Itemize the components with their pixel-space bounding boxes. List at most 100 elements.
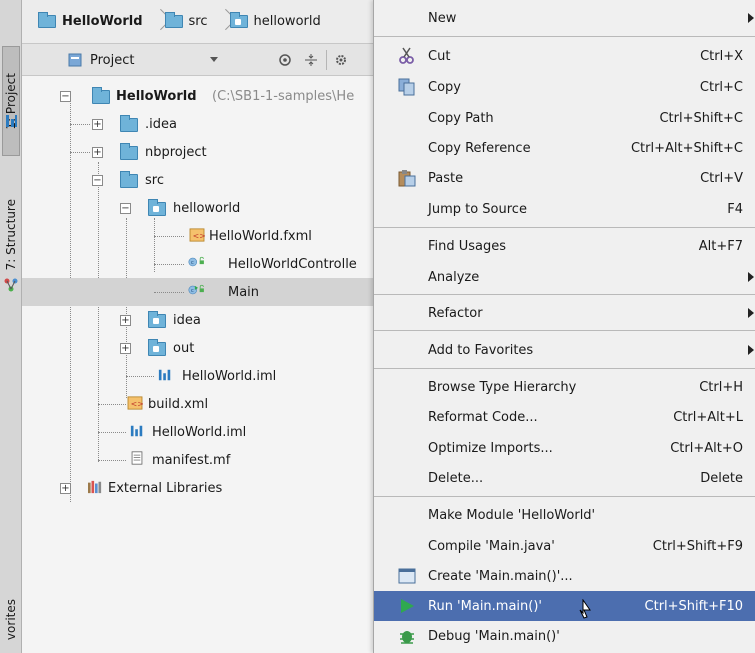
tree-item[interactable]: + .idea: [22, 110, 422, 138]
chevron-down-icon: [210, 57, 218, 62]
tree-item[interactable]: <> HelloWorld.fxml: [22, 222, 422, 250]
menu-item-refactor[interactable]: Refactor: [374, 298, 755, 328]
tree-item-label: HelloWorld.fxml: [209, 228, 312, 244]
tree-item-selected[interactable]: c Main: [22, 278, 422, 306]
expand-icon[interactable]: +: [92, 118, 103, 130]
tree-item[interactable]: + External Libraries: [22, 474, 422, 502]
tree-item-label: out: [173, 340, 195, 356]
tree-item[interactable]: HelloWorld.iml: [22, 362, 422, 390]
shortcut-label: F4: [727, 201, 743, 217]
menu-item-label: Reformat Code...: [428, 409, 538, 425]
project-view-select[interactable]: Project: [66, 49, 226, 71]
tree-item-label: Main: [228, 284, 260, 300]
menu-item-run[interactable]: Run 'Main.main()' Ctrl+Shift+F10: [374, 591, 755, 621]
tree-item-label: idea: [173, 312, 201, 328]
tree-item[interactable]: − src: [22, 166, 422, 194]
menu-item-jump-to-source[interactable]: Jump to Source F4: [374, 194, 755, 224]
project-view-label: Project: [90, 52, 135, 68]
locate-icon[interactable]: [278, 53, 292, 67]
breadcrumb-separator: [214, 8, 224, 36]
project-toolbar: Project: [22, 44, 422, 76]
favorites-tool-tab[interactable]: vorites: [2, 590, 20, 650]
menu-item-analyze[interactable]: Analyze: [374, 262, 755, 292]
menu-item-compile[interactable]: Compile 'Main.java' Ctrl+Shift+F9: [374, 531, 755, 561]
tree-item[interactable]: c HelloWorldControlle: [22, 250, 422, 278]
menu-item-create-run-config[interactable]: Create 'Main.main()'...: [374, 561, 755, 591]
tree-item[interactable]: − helloworld: [22, 194, 422, 222]
favorites-tab-label: vorites: [4, 599, 18, 641]
tree-item[interactable]: + out: [22, 334, 422, 362]
menu-item-paste[interactable]: Paste Ctrl+V: [374, 163, 755, 193]
tree-item[interactable]: manifest.mf: [22, 446, 422, 474]
submenu-arrow-icon: [748, 13, 754, 23]
shortcut-label: Ctrl+Alt+O: [670, 440, 743, 456]
tree-item[interactable]: + idea: [22, 306, 422, 334]
menu-item-label: Make Module 'HelloWorld': [428, 507, 596, 523]
menu-item-copy-reference[interactable]: Copy Reference Ctrl+Alt+Shift+C: [374, 133, 755, 163]
structure-tool-tab[interactable]: 7: Structure: [2, 180, 20, 290]
menu-item-reformat-code[interactable]: Reformat Code... Ctrl+Alt+L: [374, 402, 755, 432]
structure-icon: [4, 278, 18, 292]
project-tool-tab[interactable]: 1: Project: [2, 46, 20, 156]
menu-item-label: Debug 'Main.main()': [428, 628, 560, 644]
collapse-icon[interactable]: −: [92, 174, 103, 186]
menu-item-label: Find Usages: [428, 238, 507, 254]
menu-item-cut[interactable]: Cut Ctrl+X: [374, 41, 755, 71]
breadcrumb-project[interactable]: HelloWorld: [32, 8, 149, 36]
clipboard-icon: [396, 167, 418, 189]
menu-item-new[interactable]: New: [374, 3, 755, 33]
menu-item-find-usages[interactable]: Find Usages Alt+F7: [374, 231, 755, 261]
expand-icon[interactable]: +: [120, 342, 131, 354]
collapse-icon[interactable]: −: [120, 202, 131, 214]
tree-item-label: build.xml: [148, 396, 209, 412]
menu-item-label: Paste: [428, 170, 464, 186]
tree-item-label: External Libraries: [108, 480, 223, 496]
menu-item-debug[interactable]: Debug 'Main.main()': [374, 621, 755, 651]
submenu-arrow-icon: [748, 272, 754, 282]
project-tree: − HelloWorld (C:\SB1-1-samples\He + .ide…: [22, 76, 422, 653]
tree-item-label: HelloWorld.iml: [182, 368, 277, 384]
expand-icon[interactable]: +: [92, 146, 103, 158]
structure-tab-label: 7: Structure: [4, 199, 18, 271]
xml-file-icon: <>: [127, 396, 144, 410]
breadcrumb-src[interactable]: src: [159, 8, 214, 36]
menu-item-label: Delete...: [428, 470, 484, 486]
menu-separator: [374, 368, 755, 369]
menu-item-copy-path[interactable]: Copy Path Ctrl+Shift+C: [374, 103, 755, 133]
tree-root-path: (C:\SB1-1-samples\He: [212, 88, 355, 104]
menu-item-label: Create 'Main.main()'...: [428, 568, 573, 584]
breadcrumb-package[interactable]: helloworld: [224, 8, 327, 36]
text-file-icon: [131, 451, 143, 465]
shortcut-label: Ctrl+Alt+Shift+C: [630, 140, 743, 156]
menu-item-label: Refactor: [428, 305, 483, 321]
breadcrumb-src-label: src: [188, 14, 208, 29]
shortcut-label: Ctrl+Shift+F10: [644, 598, 743, 614]
menu-item-browse-type-hierarchy[interactable]: Browse Type Hierarchy Ctrl+H: [374, 372, 755, 402]
menu-separator: [374, 496, 755, 497]
collapse-icon[interactable]: −: [60, 90, 71, 102]
menu-item-add-to-favorites[interactable]: Add to Favorites: [374, 335, 755, 365]
tree-item[interactable]: <> build.xml: [22, 390, 422, 418]
tree-item[interactable]: HelloWorld.iml: [22, 418, 422, 446]
menu-item-copy[interactable]: Copy Ctrl+C: [374, 72, 755, 102]
gear-icon[interactable]: [334, 53, 350, 67]
tree-item-label: src: [145, 172, 164, 188]
debug-bug-icon: [396, 625, 418, 647]
tree-item[interactable]: + nbproject: [22, 138, 422, 166]
breadcrumb-package-label: helloworld: [253, 14, 321, 29]
collapse-all-icon[interactable]: [304, 53, 318, 67]
menu-item-label: New: [428, 10, 457, 26]
fxml-file-icon: <>: [189, 228, 206, 242]
tree-root-row[interactable]: − HelloWorld (C:\SB1-1-samples\He: [22, 82, 422, 110]
menu-item-label: Run 'Main.main()': [428, 598, 542, 614]
class-icon: c: [188, 256, 204, 267]
breadcrumb-project-label: HelloWorld: [62, 14, 143, 29]
expand-icon[interactable]: +: [120, 314, 131, 326]
menu-item-delete[interactable]: Delete... Delete: [374, 463, 755, 493]
tree-item-label: helloworld: [173, 200, 241, 216]
menu-item-optimize-imports[interactable]: Optimize Imports... Ctrl+Alt+O: [374, 433, 755, 463]
menu-item-make-module[interactable]: Make Module 'HelloWorld': [374, 500, 755, 530]
expand-icon[interactable]: +: [60, 482, 71, 494]
menu-separator: [374, 294, 755, 295]
tree-item-label: .idea: [145, 116, 177, 132]
